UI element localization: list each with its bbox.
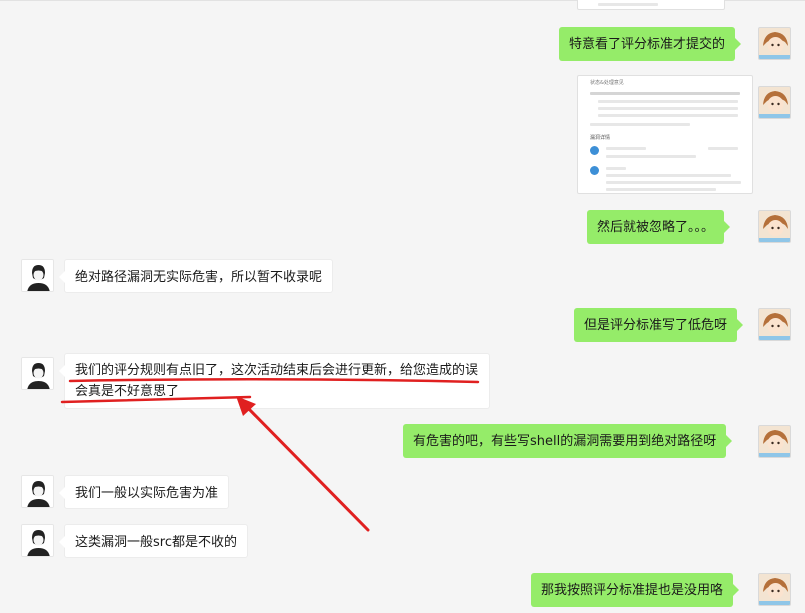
message-text: 有危害的吧，有些写shell的漏洞需要用到绝对路径呀 (413, 434, 717, 449)
message-text: 我们的评分规则有点旧了，这次活动结束后会进行更新，给您造成的误会真是不好意思了 (75, 363, 479, 399)
message-text: 那我按照评分标准提也是没用咯 (541, 583, 724, 598)
message-bubble-self[interactable]: 那我按照评分标准提也是没用咯 (531, 573, 740, 607)
contact-avatar[interactable] (21, 475, 54, 508)
person-silhouette-icon (22, 260, 53, 291)
message-bubble-self[interactable]: 特意看了评分标准才提交的 (559, 27, 742, 61)
anime-girl-avatar-icon (759, 87, 790, 118)
self-avatar[interactable] (758, 27, 791, 60)
message-bubble-contact[interactable]: 这类漏洞一般src都是不收的 (59, 524, 248, 558)
anime-girl-avatar-icon (759, 211, 790, 242)
message-text: 这类漏洞一般src都是不收的 (75, 535, 237, 550)
message-bubble-contact[interactable]: 绝对路径漏洞无实际危害，所以暂不收录呢 (58, 259, 334, 293)
message-text: 特意看了评分标准才提交的 (569, 37, 726, 52)
contact-avatar[interactable] (21, 524, 54, 557)
self-avatar[interactable] (758, 86, 791, 119)
contact-avatar[interactable] (21, 259, 54, 292)
anime-girl-avatar-icon (759, 28, 790, 59)
anime-girl-avatar-icon (759, 426, 790, 457)
image-message-partial[interactable] (577, 0, 725, 10)
self-avatar[interactable] (758, 573, 791, 606)
self-avatar[interactable] (758, 425, 791, 458)
message-bubble-self[interactable]: 然后就被忽略了。。。 (587, 210, 731, 244)
message-text: 但是评分标准写了低危呀 (584, 318, 728, 333)
self-avatar[interactable] (758, 308, 791, 341)
message-text: 然后就被忽略了。。。 (597, 220, 715, 235)
contact-avatar[interactable] (21, 357, 54, 390)
message-bubble-contact[interactable]: 我们一般以实际危害为准 (58, 475, 230, 509)
message-text: 我们一般以实际危害为准 (75, 486, 219, 501)
person-silhouette-icon (22, 476, 53, 507)
annotation-arrow-line (242, 402, 370, 532)
person-silhouette-icon (22, 358, 53, 389)
person-silhouette-icon (22, 525, 53, 556)
anime-girl-avatar-icon (759, 309, 790, 340)
message-bubble-contact[interactable]: 我们的评分规则有点旧了，这次活动结束后会进行更新，给您造成的误会真是不好意思了 (59, 353, 490, 409)
message-text: 绝对路径漏洞无实际危害，所以暂不收录呢 (75, 270, 323, 285)
message-bubble-self[interactable]: 有危害的吧，有些写shell的漏洞需要用到绝对路径呀 (403, 424, 733, 458)
self-avatar[interactable] (758, 210, 791, 243)
message-bubble-self[interactable]: 但是评分标准写了低危呀 (574, 308, 744, 342)
image-message-screenshot[interactable]: 状态&处理意见 漏洞详情 (577, 75, 753, 194)
anime-girl-avatar-icon (759, 574, 790, 605)
